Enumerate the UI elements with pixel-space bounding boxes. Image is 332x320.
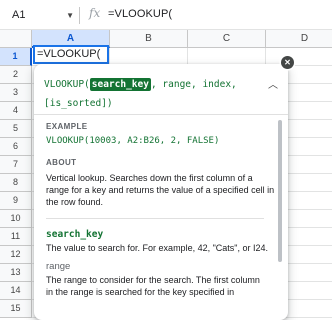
formula-bar: A1 ▼ fx =VLOOKUP( — [0, 0, 332, 30]
row-header-4[interactable]: 4 — [0, 102, 32, 120]
arg-name-search-key: search_key — [46, 229, 104, 240]
example-label: EXAMPLE — [46, 122, 88, 131]
active-cell-a1[interactable]: =VLOOKUP( — [33, 45, 109, 64]
row-header-5[interactable]: 5 — [0, 120, 32, 138]
formula-input[interactable]: =VLOOKUP( — [108, 8, 172, 20]
row-header-6[interactable]: 6 — [0, 138, 32, 156]
name-box[interactable]: A1 ▼ — [8, 6, 74, 25]
row-header-8[interactable]: 8 — [0, 174, 32, 192]
function-signature: VLOOKUP(search_key, range, index, [is_sor… — [44, 75, 260, 113]
row-header-3[interactable]: 3 — [0, 84, 32, 102]
scrollbar-thumb[interactable] — [278, 120, 282, 262]
row-header-7[interactable]: 7 — [0, 156, 32, 174]
about-label: ABOUT — [46, 158, 77, 167]
arg-name-range: range — [46, 261, 71, 272]
about-text: Vertical lookup. Searches down the first… — [46, 173, 275, 207]
column-header-d[interactable]: D — [266, 30, 332, 48]
column-header-c[interactable]: C — [188, 30, 266, 48]
row-header-12[interactable]: 12 — [0, 246, 32, 264]
select-all-corner[interactable] — [0, 30, 32, 48]
row-header-1[interactable]: 1 — [0, 48, 32, 66]
row-header-9[interactable]: 9 — [0, 192, 32, 210]
formula-bar-divider — [79, 7, 80, 24]
arg-desc-search-key: The value to search for. For example, 42… — [46, 243, 268, 253]
row-header-13[interactable]: 13 — [0, 264, 32, 282]
arg-desc-range: The range to consider for the search. Th… — [46, 275, 260, 297]
active-argument: search_key — [89, 78, 151, 91]
column-header-b[interactable]: B — [110, 30, 188, 48]
name-box-value: A1 — [12, 9, 26, 21]
help-body: EXAMPLE VLOOKUP(10003, A2:B26, 2, FALSE)… — [46, 122, 276, 208]
function-name: VLOOKUP( — [44, 79, 90, 90]
row-header-10[interactable]: 10 — [0, 210, 32, 228]
close-icon[interactable]: ✕ — [281, 56, 294, 69]
row-header-11[interactable]: 11 — [0, 228, 32, 246]
example-text: VLOOKUP(10003, A2:B26, 2, FALSE) — [46, 136, 220, 146]
row-header-14[interactable]: 14 — [0, 282, 32, 300]
signature-line-2: [is_sorted]) — [44, 98, 113, 109]
section-divider — [46, 218, 264, 219]
formula-help-popup: VLOOKUP(search_key, range, index, [is_sor… — [34, 64, 288, 320]
row-header-15[interactable]: 15 — [0, 300, 32, 318]
chevron-down-icon[interactable]: ▼ — [66, 6, 74, 25]
row-header-2[interactable]: 2 — [0, 66, 32, 84]
chevron-up-icon[interactable]: ︿ — [268, 76, 278, 91]
popup-divider — [34, 114, 288, 115]
fx-icon: fx — [89, 6, 101, 20]
signature-rest: , range, index, — [150, 79, 237, 90]
